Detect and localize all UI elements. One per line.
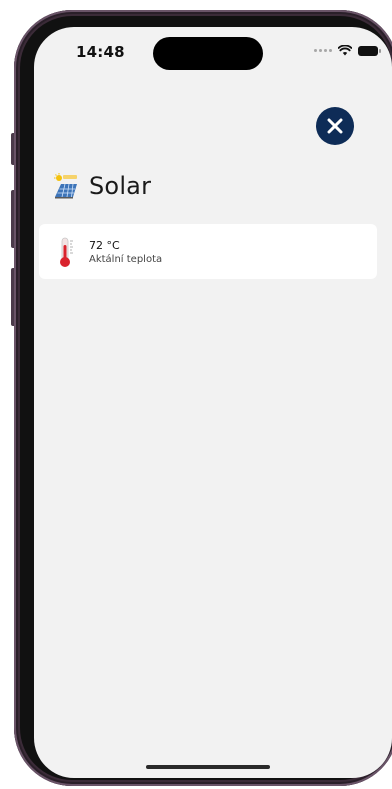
- thermometer-icon: [57, 236, 77, 268]
- sensor-value: 72 °C: [89, 238, 120, 252]
- signal-dots-icon: [314, 49, 332, 52]
- status-icons: [314, 45, 381, 56]
- battery-icon: [358, 45, 381, 56]
- close-icon: [327, 118, 343, 134]
- home-indicator[interactable]: [146, 765, 270, 769]
- page-header: Solar: [53, 172, 151, 200]
- sensor-card-temperature[interactable]: 72 °C Aktální teplota: [39, 224, 377, 279]
- sensor-text: 72 °C Aktální teplota: [89, 239, 162, 265]
- status-bar: 14:48: [34, 27, 392, 77]
- status-time: 14:48: [76, 43, 125, 61]
- device-stage: 14:48 Solar 72 °C Aktální teplota: [0, 0, 392, 789]
- close-button[interactable]: [316, 107, 354, 145]
- wifi-icon: [338, 45, 352, 56]
- solar-panel-icon: [53, 173, 79, 199]
- app-screen: 14:48 Solar 72 °C Aktální teplota: [34, 27, 392, 778]
- dynamic-island: [153, 37, 263, 70]
- page-title: Solar: [89, 172, 152, 200]
- sensor-label: Aktální teplota: [89, 253, 163, 265]
